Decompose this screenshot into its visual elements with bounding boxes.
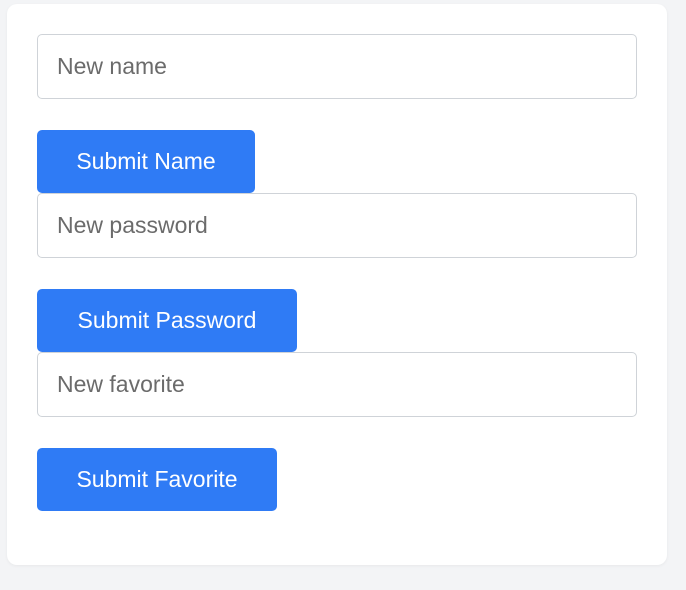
name-input[interactable] (37, 34, 637, 99)
submit-name-button[interactable]: Submit Name (37, 130, 255, 193)
favorite-input[interactable] (37, 352, 637, 417)
form-card: Submit Name Submit Password Submit Favor… (7, 4, 667, 565)
submit-password-button[interactable]: Submit Password (37, 289, 297, 352)
password-input[interactable] (37, 193, 637, 258)
submit-favorite-button[interactable]: Submit Favorite (37, 448, 277, 511)
